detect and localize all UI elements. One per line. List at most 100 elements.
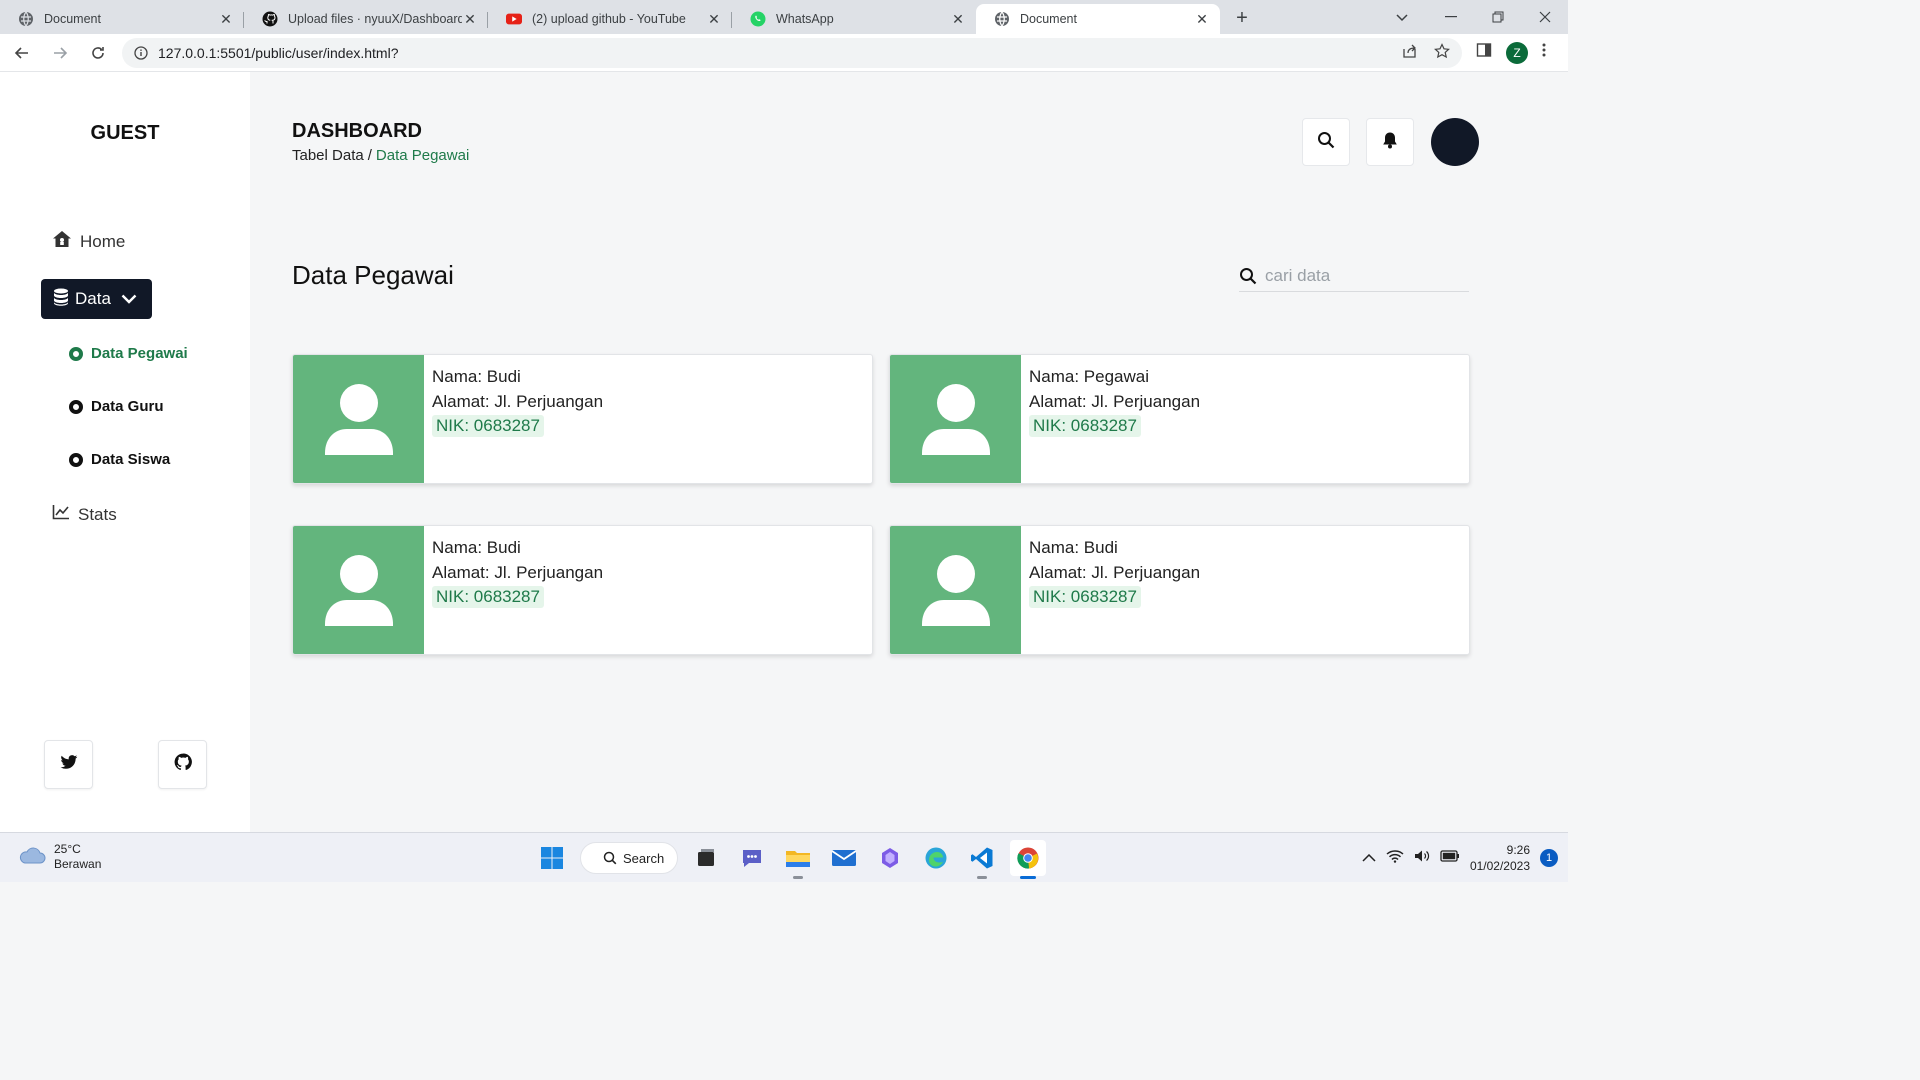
reload-button[interactable] xyxy=(82,37,114,69)
sidebar-subitem-label: Data Guru xyxy=(91,398,164,415)
radio-dot-icon xyxy=(69,399,83,414)
vscode-icon[interactable] xyxy=(964,840,1000,879)
sidebar-item-home[interactable]: Home xyxy=(52,230,125,253)
card-info: Nama: Budi Alamat: Jl. Perjuangan NIK: 0… xyxy=(424,526,603,654)
edge-browser-icon[interactable] xyxy=(918,840,954,876)
sidebar-item-stats[interactable]: Stats xyxy=(52,504,117,525)
info-icon[interactable] xyxy=(134,45,148,60)
chrome-icon[interactable] xyxy=(1010,840,1046,879)
notification-button[interactable] xyxy=(1366,118,1414,166)
cloud-icon xyxy=(18,845,46,870)
chevron-down-icon xyxy=(121,294,137,304)
youtube-icon xyxy=(506,11,522,27)
battery-icon[interactable] xyxy=(1440,849,1460,868)
close-window-button[interactable] xyxy=(1521,0,1568,34)
section-title: Data Pegawai xyxy=(292,260,454,290)
card-nik-badge: NIK: 0683287 xyxy=(432,415,544,437)
twitter-button[interactable] xyxy=(44,740,93,789)
sidebar-item-data[interactable]: Data xyxy=(41,279,152,319)
bookmark-star-icon[interactable] xyxy=(1434,43,1450,62)
breadcrumb-separator: / xyxy=(367,147,372,164)
back-button[interactable] xyxy=(6,37,38,69)
globe-icon xyxy=(994,11,1010,27)
windows-start-button[interactable] xyxy=(534,840,570,876)
tab-title: Document xyxy=(44,12,101,26)
radio-dot-icon xyxy=(69,346,83,361)
home-icon xyxy=(52,230,72,253)
chevron-up-icon[interactable] xyxy=(1362,849,1376,867)
tab-github[interactable]: Upload files · nyuuX/Dashboard ✕ xyxy=(244,4,488,34)
globe-icon xyxy=(18,11,34,27)
file-explorer-icon[interactable] xyxy=(780,840,816,879)
tab-title: (2) upload github - YouTube xyxy=(532,12,686,26)
taskbar-search[interactable]: Search xyxy=(580,842,678,874)
user-placeholder-icon xyxy=(890,355,1021,483)
card-info: Nama: Budi Alamat: Jl. Perjuangan NIK: 0… xyxy=(1021,526,1200,654)
github-icon xyxy=(262,11,278,27)
employee-card[interactable]: Nama: Budi Alamat: Jl. Perjuangan NIK: 0… xyxy=(889,525,1470,655)
card-alamat: Alamat: Jl. Perjuangan xyxy=(1029,391,1201,411)
tab-youtube[interactable]: (2) upload github - YouTube ✕ xyxy=(488,4,732,34)
taskbar-apps: Search xyxy=(534,839,1046,879)
tab-document-active[interactable]: Document ✕ xyxy=(976,4,1220,34)
tab-document-1[interactable]: Document ✕ xyxy=(0,4,244,34)
tab-title: WhatsApp xyxy=(776,12,834,26)
card-info: Nama: Budi Alamat: Jl. Perjuangan NIK: 0… xyxy=(424,355,603,483)
weather-widget[interactable]: 25°C Berawan xyxy=(18,842,101,872)
sidebar-subitem-label: Data Siswa xyxy=(91,451,171,468)
search-input[interactable] xyxy=(1265,265,1455,286)
card-nik-badge: NIK: 0683287 xyxy=(1029,586,1141,608)
sidebar-subitem-data-pegawai[interactable]: Data Pegawai xyxy=(69,345,188,362)
profile-avatar[interactable]: Z xyxy=(1506,41,1528,64)
task-view-icon[interactable] xyxy=(688,840,724,876)
notification-badge[interactable]: 1 xyxy=(1540,849,1558,867)
more-menu-icon[interactable] xyxy=(1542,42,1546,63)
new-tab-button[interactable]: + xyxy=(1228,4,1256,32)
chat-icon[interactable] xyxy=(734,840,770,876)
url-text: 127.0.0.1:5501/public/user/index.html? xyxy=(158,44,399,61)
mail-icon[interactable] xyxy=(826,840,862,876)
restore-button[interactable] xyxy=(1474,0,1521,34)
share-icon[interactable] xyxy=(1402,43,1418,62)
search-icon xyxy=(603,851,617,865)
user-placeholder-icon xyxy=(293,526,424,654)
card-alamat: Alamat: Jl. Perjuangan xyxy=(432,391,604,411)
header-search-button[interactable] xyxy=(1302,118,1350,166)
whatsapp-icon xyxy=(750,11,766,27)
close-icon[interactable]: ✕ xyxy=(950,11,966,28)
close-icon[interactable]: ✕ xyxy=(1194,11,1210,28)
sidebar-subitem-data-siswa[interactable]: Data Siswa xyxy=(69,451,170,468)
search-icon xyxy=(1317,131,1335,154)
breadcrumb-root[interactable]: Tabel Data xyxy=(292,147,364,164)
employee-card[interactable]: Nama: Pegawai Alamat: Jl. Perjuangan NIK… xyxy=(889,354,1470,484)
avatar[interactable] xyxy=(1431,118,1479,166)
reload-icon xyxy=(92,46,104,59)
clock[interactable]: 9:26 01/02/2023 xyxy=(1470,842,1530,874)
tab-whatsapp[interactable]: WhatsApp ✕ xyxy=(732,4,976,34)
close-icon[interactable]: ✕ xyxy=(706,11,722,28)
sidebar: GUEST Home Data Data Pegawai Data Guru D… xyxy=(0,72,250,832)
address-bar[interactable]: 127.0.0.1:5501/public/user/index.html? xyxy=(122,37,1462,68)
tab-title: Document xyxy=(1020,12,1077,26)
sidebar-subitem-data-guru[interactable]: Data Guru xyxy=(69,398,164,415)
close-icon[interactable]: ✕ xyxy=(462,11,478,28)
user-placeholder-icon xyxy=(890,526,1021,654)
employee-card[interactable]: Nama: Budi Alamat: Jl. Perjuangan NIK: 0… xyxy=(292,525,873,655)
radio-dot-icon xyxy=(69,452,83,467)
forward-button[interactable] xyxy=(44,37,76,69)
copilot-app-icon[interactable] xyxy=(872,840,908,876)
wifi-icon[interactable] xyxy=(1386,849,1404,868)
sidebar-item-label: Home xyxy=(80,231,126,251)
tab-title: Upload files · nyuuX/Dashboard xyxy=(288,12,462,26)
employee-card[interactable]: Nama: Budi Alamat: Jl. Perjuangan NIK: 0… xyxy=(292,354,873,484)
windows-taskbar: 25°C Berawan Search 9:26 01/02/2023 1 xyxy=(0,832,1568,882)
volume-icon[interactable] xyxy=(1414,849,1430,868)
side-panel-icon[interactable] xyxy=(1476,42,1492,63)
close-icon[interactable]: ✕ xyxy=(218,11,234,28)
card-alamat: Alamat: Jl. Perjuangan xyxy=(432,562,604,582)
clock-time: 9:26 xyxy=(1506,843,1530,857)
card-nama: Nama: Budi xyxy=(432,538,521,557)
github-button[interactable] xyxy=(158,740,207,789)
tab-search-dropdown-icon[interactable] xyxy=(1390,6,1414,30)
minimize-button[interactable] xyxy=(1427,0,1474,34)
